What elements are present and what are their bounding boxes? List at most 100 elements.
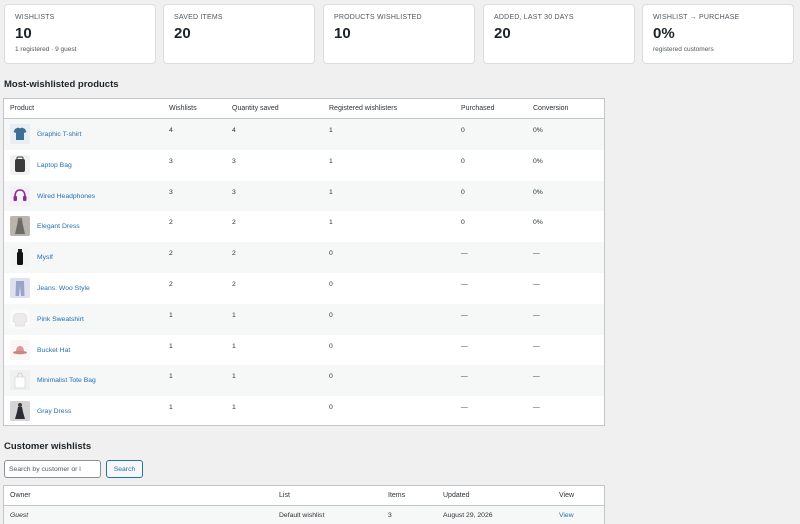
- product-link[interactable]: Graphic T-shirt: [37, 131, 81, 138]
- conversion-cell: —: [533, 342, 540, 350]
- stat-value: 0%: [653, 25, 675, 42]
- registered-cell: 1: [329, 157, 333, 165]
- stats-cards: WISHLISTS 10 1 registered · 9 guest SAVE…: [0, 4, 800, 64]
- table-row: Minimalist Tote Bag 1 1 0 — —: [4, 365, 604, 397]
- wishlists-cell: 3: [169, 157, 173, 165]
- qty-cell: 1: [232, 404, 236, 412]
- wishlists-cell: 3: [169, 188, 173, 196]
- purchased-cell: 0: [461, 188, 465, 196]
- conversion-cell: —: [533, 280, 540, 288]
- stat-value: 10: [334, 25, 351, 42]
- conversion-cell: 0%: [533, 219, 543, 227]
- wishlists-section-title: Customer wishlists: [4, 441, 92, 452]
- table-row: Wired Headphones 3 3 1 0 0%: [4, 180, 604, 212]
- purchased-cell: —: [461, 373, 468, 381]
- view-link[interactable]: View: [559, 512, 574, 519]
- conversion-cell: —: [533, 404, 540, 412]
- table-row: Elegant Dress 2 2 1 0 0%: [4, 211, 604, 242]
- qty-cell: 3: [232, 157, 236, 165]
- conversion-cell: 0%: [533, 127, 543, 134]
- tote-icon[interactable]: [10, 370, 30, 391]
- table-row: Myslf 2 2 0 — —: [4, 242, 604, 273]
- col-quantity-saved[interactable]: Quantity saved: [232, 105, 279, 112]
- product-link[interactable]: Gray Dress: [37, 408, 71, 415]
- product-link[interactable]: Elegant Dress: [37, 223, 80, 230]
- purchased-cell: 0: [461, 127, 465, 134]
- registered-cell: 1: [329, 127, 333, 134]
- stat-card-conversion: WISHLIST → PURCHASE 0% registered custom…: [642, 4, 794, 64]
- registered-cell: 0: [329, 250, 333, 258]
- bottle-icon[interactable]: [10, 247, 30, 268]
- jeans-icon[interactable]: [10, 277, 30, 298]
- product-link[interactable]: Myslf: [37, 254, 53, 261]
- table-row: Gray Dress 1 1 0 — —: [4, 396, 604, 427]
- items-cell: 3: [388, 512, 392, 519]
- qty-cell: 1: [232, 373, 236, 381]
- registered-cell: 1: [329, 219, 333, 227]
- product-link[interactable]: Jeans: Woo Style: [37, 285, 90, 292]
- bag-icon[interactable]: [10, 154, 30, 175]
- products-table-header: Product Wishlists Quantity saved Registe…: [4, 99, 604, 119]
- product-link[interactable]: Pink Sweatshirt: [37, 316, 84, 323]
- registered-cell: 0: [329, 373, 333, 381]
- table-row: Graphic T-shirt 4 4 1 0 0%: [4, 119, 604, 150]
- qty-cell: 1: [232, 342, 236, 350]
- search-button[interactable]: Search: [106, 460, 143, 478]
- col-wishlists[interactable]: Wishlists: [169, 105, 197, 112]
- registered-cell: 0: [329, 311, 333, 319]
- gray-dress-icon[interactable]: [10, 401, 30, 422]
- tshirt-icon[interactable]: [10, 124, 30, 144]
- product-link[interactable]: Bucket Hat: [37, 347, 70, 354]
- qty-cell: 4: [232, 127, 236, 134]
- table-row: Jeans: Woo Style 2 2 0 — —: [4, 273, 604, 304]
- registered-cell: 0: [329, 404, 333, 412]
- customer-search-input[interactable]: [4, 460, 101, 478]
- qty-cell: 1: [232, 311, 236, 319]
- purchased-cell: 0: [461, 157, 465, 165]
- stat-card-products-wishlisted: PRODUCTS WISHLISTED 10: [323, 4, 475, 64]
- qty-cell: 2: [232, 219, 236, 227]
- wishlists-cell: 1: [169, 311, 173, 319]
- sweatshirt-icon[interactable]: [10, 308, 30, 329]
- conversion-cell: —: [533, 311, 540, 319]
- conversion-cell: —: [533, 250, 540, 258]
- stat-value: 10: [15, 25, 32, 42]
- wishlists-cell: 2: [169, 280, 173, 288]
- wishlists-table-header: Owner List Items Updated View: [4, 486, 604, 506]
- conversion-cell: 0%: [533, 188, 543, 196]
- col-list: List: [279, 492, 290, 499]
- list-cell: Default wishlist: [279, 512, 325, 519]
- col-registered-wishlisters[interactable]: Registered wishlisters: [329, 105, 397, 112]
- hat-icon[interactable]: [10, 339, 30, 360]
- qty-cell: 2: [232, 280, 236, 288]
- conversion-cell: 0%: [533, 157, 543, 165]
- purchased-cell: —: [461, 404, 468, 412]
- product-link[interactable]: Wired Headphones: [37, 193, 95, 200]
- col-conversion[interactable]: Conversion: [533, 105, 568, 112]
- stat-card-saved-items: SAVED ITEMS 20: [163, 4, 315, 64]
- wishlist-search: Search: [4, 460, 164, 478]
- col-purchased[interactable]: Purchased: [461, 105, 494, 112]
- dress-icon[interactable]: [10, 216, 30, 237]
- stat-label: PRODUCTS WISHLISTED: [334, 14, 422, 21]
- purchased-cell: —: [461, 311, 468, 319]
- headphones-icon[interactable]: [10, 185, 30, 206]
- col-product[interactable]: Product: [10, 105, 34, 112]
- wishlists-cell: 4: [169, 127, 173, 134]
- purchased-cell: —: [461, 250, 468, 258]
- table-row: Guest Default wishlist 3 August 29, 2026…: [4, 506, 604, 524]
- purchased-cell: —: [461, 342, 468, 350]
- col-updated: Updated: [443, 492, 470, 499]
- product-link[interactable]: Laptop Bag: [37, 162, 72, 169]
- product-link[interactable]: Minimalist Tote Bag: [37, 377, 96, 384]
- updated-cell: August 29, 2026: [443, 512, 493, 519]
- table-row: Pink Sweatshirt 1 1 0 — —: [4, 303, 604, 335]
- col-owner: Owner: [10, 492, 31, 499]
- stat-label: WISHLIST → PURCHASE: [653, 14, 740, 21]
- purchased-cell: —: [461, 280, 468, 288]
- stat-card-wishlists: WISHLISTS 10 1 registered · 9 guest: [4, 4, 156, 64]
- wishlists-cell: 2: [169, 250, 173, 258]
- purchased-cell: 0: [461, 219, 465, 227]
- stat-label: WISHLISTS: [15, 14, 55, 21]
- col-items: Items: [388, 492, 406, 499]
